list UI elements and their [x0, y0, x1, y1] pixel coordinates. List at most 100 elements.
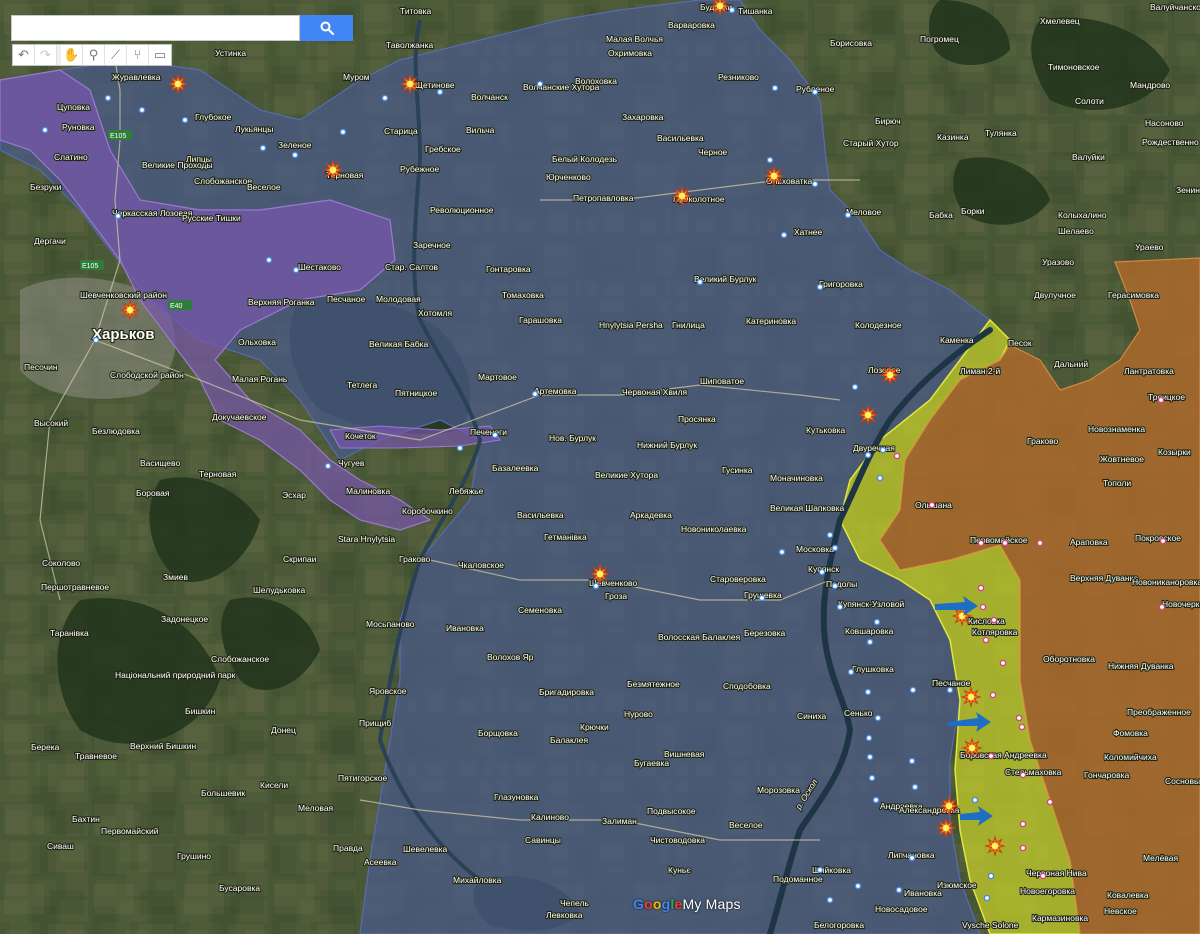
settlement-marker[interactable] [946, 686, 954, 694]
explosion-icon[interactable] [857, 404, 879, 426]
settlement-marker[interactable] [780, 231, 788, 239]
settlement-marker[interactable] [728, 6, 736, 14]
explosion-icon[interactable] [763, 165, 785, 187]
settlement-marker[interactable] [868, 774, 876, 782]
settlement-marker[interactable] [895, 886, 903, 894]
settlement-marker[interactable] [181, 116, 189, 124]
settlement-marker[interactable] [1046, 798, 1054, 806]
settlement-marker[interactable] [436, 88, 444, 96]
settlement-marker[interactable] [766, 156, 774, 164]
settlement-marker[interactable] [811, 180, 819, 188]
marker-icon[interactable]: ⚲ [83, 45, 105, 65]
settlement-marker[interactable] [259, 144, 267, 152]
pan-hand-icon[interactable]: ✋ [61, 45, 83, 65]
settlement-marker[interactable] [865, 734, 873, 742]
settlement-marker[interactable] [872, 796, 880, 804]
settlement-marker[interactable] [983, 894, 991, 902]
explosion-icon[interactable] [938, 795, 960, 817]
settlement-marker[interactable] [381, 94, 389, 102]
settlement-marker[interactable] [339, 128, 347, 136]
search-input[interactable] [11, 15, 300, 41]
settlement-marker[interactable] [847, 668, 855, 676]
settlement-marker[interactable] [977, 584, 985, 592]
settlement-marker[interactable] [758, 594, 766, 602]
settlement-marker[interactable] [456, 444, 464, 452]
explosion-icon[interactable] [935, 817, 957, 839]
settlement-marker[interactable] [873, 618, 881, 626]
settlement-marker[interactable] [1001, 539, 1009, 547]
settlement-marker[interactable] [1019, 820, 1027, 828]
settlement-marker[interactable] [1019, 844, 1027, 852]
settlement-marker[interactable] [592, 582, 600, 590]
settlement-marker[interactable] [1015, 714, 1023, 722]
settlement-marker[interactable] [928, 501, 936, 509]
settlement-marker[interactable] [826, 896, 834, 904]
explosion-icon[interactable] [671, 185, 693, 207]
settlement-marker[interactable] [831, 582, 839, 590]
settlement-marker[interactable] [999, 659, 1007, 667]
explosion-icon[interactable] [119, 299, 141, 321]
settlement-marker[interactable] [989, 691, 997, 699]
settlement-marker[interactable] [1019, 771, 1027, 779]
settlement-marker[interactable] [876, 474, 884, 482]
settlement-marker[interactable] [41, 126, 49, 134]
settlement-marker[interactable] [1157, 396, 1165, 404]
settlement-marker[interactable] [1159, 537, 1167, 545]
settlement-marker[interactable] [908, 854, 916, 862]
map-canvas[interactable]: Журавлевка Устинка Титовка Таволжанка Муром Щ… [0, 0, 1200, 934]
explosion-icon[interactable] [879, 364, 901, 386]
settlement-marker[interactable] [92, 336, 100, 344]
settlement-marker[interactable] [831, 544, 839, 552]
draw-line-icon[interactable]: ⟋ [105, 45, 127, 65]
settlement-marker[interactable] [874, 714, 882, 722]
explosion-icon[interactable] [984, 835, 1006, 857]
settlement-marker[interactable] [138, 106, 146, 114]
settlement-marker[interactable] [844, 211, 852, 219]
undo-icon[interactable]: ↶ [13, 45, 35, 65]
explosion-icon[interactable] [589, 563, 611, 585]
settlement-marker[interactable] [778, 548, 786, 556]
settlement-marker[interactable] [977, 539, 985, 547]
settlement-marker[interactable] [982, 636, 990, 644]
settlement-marker[interactable] [1018, 723, 1026, 731]
settlement-marker[interactable] [836, 603, 844, 611]
settlement-marker[interactable] [816, 866, 824, 874]
settlement-marker[interactable] [826, 531, 834, 539]
settlement-marker[interactable] [911, 783, 919, 791]
settlement-marker[interactable] [771, 84, 779, 92]
settlement-marker[interactable] [291, 151, 299, 159]
settlement-marker[interactable] [104, 94, 112, 102]
settlement-marker[interactable] [265, 256, 273, 264]
settlement-marker[interactable] [114, 212, 122, 220]
settlement-marker[interactable] [818, 568, 826, 576]
measure-ruler-icon[interactable]: ▭ [149, 45, 171, 65]
settlement-marker[interactable] [908, 757, 916, 765]
settlement-marker[interactable] [292, 266, 300, 274]
settlement-marker[interactable] [864, 451, 872, 459]
explosion-icon[interactable] [399, 73, 421, 95]
settlement-marker[interactable] [909, 686, 917, 694]
settlement-marker[interactable] [324, 462, 332, 470]
explosion-icon[interactable] [167, 73, 189, 95]
settlement-marker[interactable] [987, 872, 995, 880]
settlement-marker[interactable] [851, 383, 859, 391]
explosion-icon[interactable] [322, 159, 344, 181]
settlement-marker[interactable] [864, 688, 872, 696]
settlement-marker[interactable] [866, 753, 874, 761]
search-button[interactable] [300, 15, 353, 41]
explosion-icon[interactable] [961, 737, 983, 759]
settlement-marker[interactable] [536, 80, 544, 88]
settlement-marker[interactable] [854, 882, 862, 890]
settlement-marker[interactable] [971, 796, 979, 804]
settlement-marker[interactable] [1036, 539, 1044, 547]
settlement-marker[interactable] [990, 616, 998, 624]
settlement-marker[interactable] [987, 752, 995, 760]
redo-icon[interactable]: ↷ [35, 45, 57, 65]
settlement-marker[interactable] [491, 431, 499, 439]
settlement-marker[interactable] [879, 446, 887, 454]
settlement-marker[interactable] [1039, 872, 1047, 880]
explosion-icon[interactable] [960, 686, 982, 708]
settlement-marker[interactable] [696, 278, 704, 286]
settlement-marker[interactable] [893, 452, 901, 460]
settlement-marker[interactable] [866, 638, 874, 646]
